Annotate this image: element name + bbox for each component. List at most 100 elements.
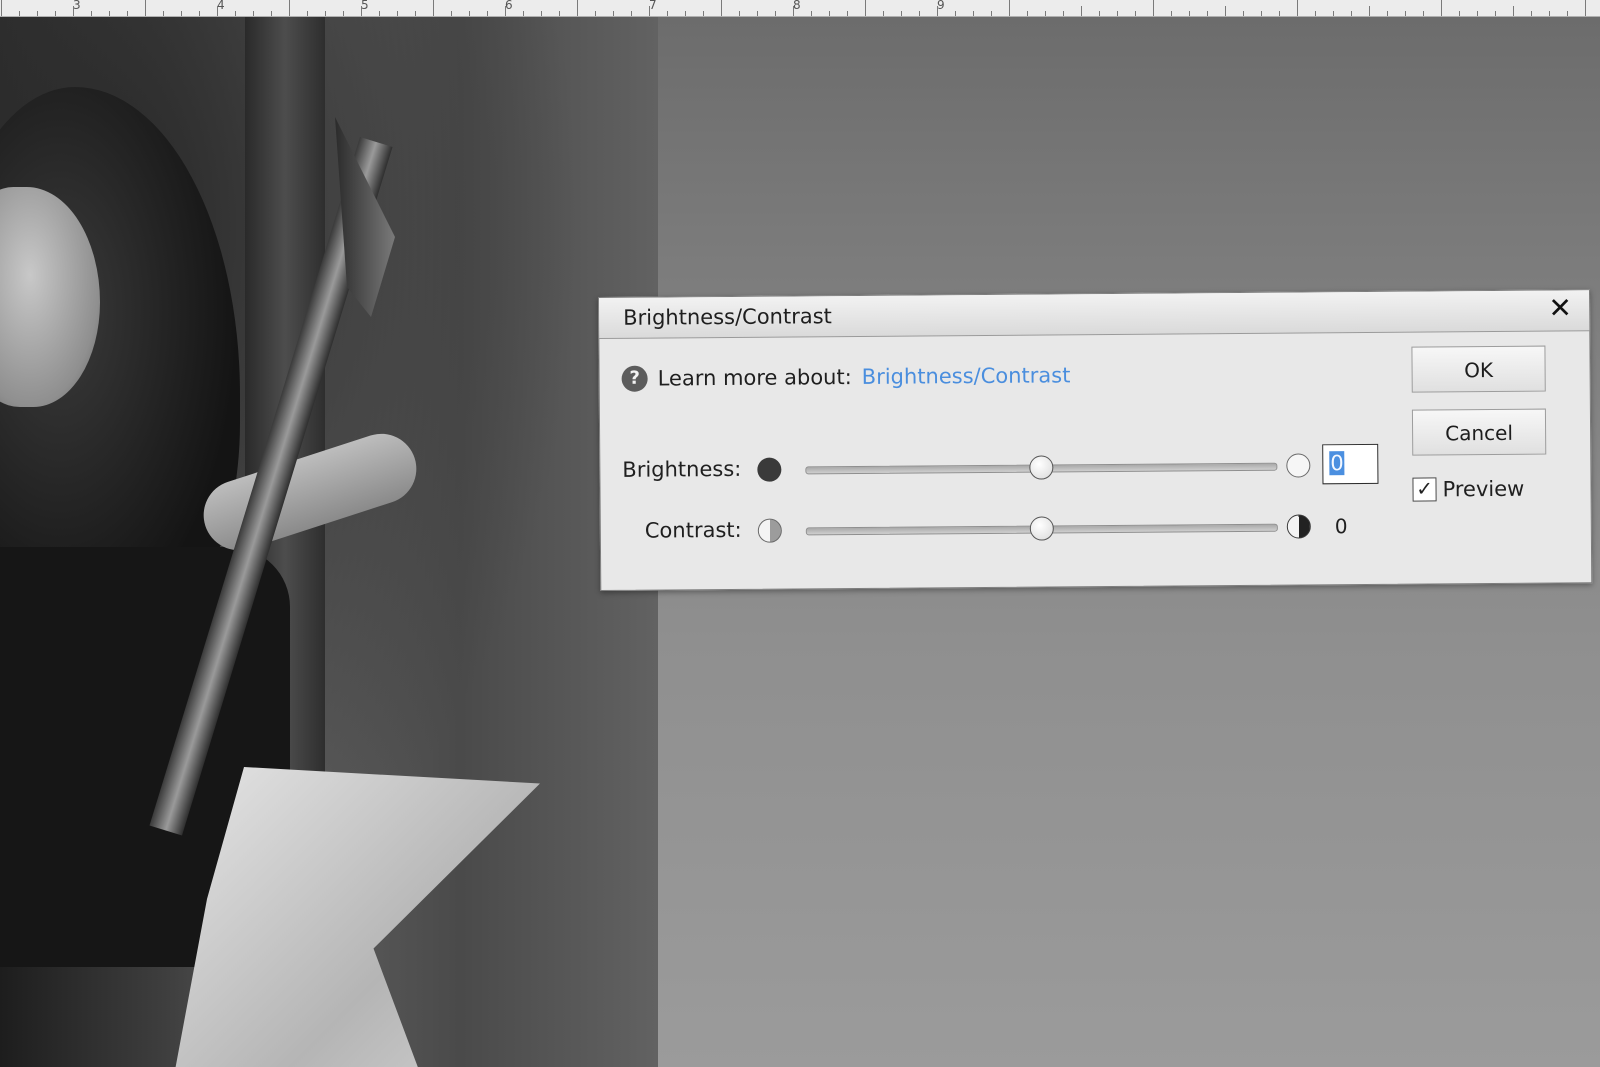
ruler-tick <box>325 11 326 16</box>
canvas-image[interactable] <box>0 17 658 1067</box>
ruler-tick <box>631 11 632 16</box>
ruler-tick <box>415 11 416 16</box>
ruler-tick <box>1135 11 1136 16</box>
ruler-tick <box>595 11 596 16</box>
dialog-titlebar[interactable]: Brightness/Contrast ✕ <box>599 290 1590 339</box>
ruler-tick <box>1279 11 1280 16</box>
brightness-value-input[interactable]: 0 <box>1322 443 1379 485</box>
ruler-tick <box>199 11 200 16</box>
ruler-tick <box>1585 0 1586 16</box>
ruler-tick <box>541 11 542 16</box>
ruler-tick <box>127 11 128 16</box>
ruler-tick <box>1027 11 1028 16</box>
ruler-tick <box>523 11 524 16</box>
ruler-tick <box>253 11 254 16</box>
contrast-value: 0 <box>1334 514 1348 539</box>
ruler-tick <box>901 11 902 16</box>
ruler-tick <box>883 11 884 16</box>
ruler-tick <box>1207 11 1208 16</box>
ruler-tick <box>955 11 956 16</box>
ruler-tick <box>1531 11 1532 16</box>
ruler-tick <box>1189 11 1190 16</box>
ruler-tick <box>919 11 920 16</box>
ruler-tick <box>397 11 398 16</box>
ruler-tick <box>721 0 722 16</box>
ruler-tick <box>379 11 380 16</box>
close-icon[interactable]: ✕ <box>1545 291 1575 324</box>
ruler-tick <box>271 11 272 16</box>
ruler-tick <box>1315 11 1316 16</box>
ruler-tick <box>811 11 812 16</box>
preview-checkbox[interactable]: ✓ <box>1412 476 1437 502</box>
ruler-tick <box>1045 11 1046 16</box>
ruler-tick <box>109 11 110 16</box>
ruler-tick <box>865 0 866 16</box>
ruler-number: 6 <box>505 0 513 12</box>
ruler-tick <box>235 11 236 16</box>
contrast-slider-track[interactable] <box>805 516 1278 541</box>
ruler-tick <box>1405 11 1406 16</box>
ruler-tick <box>973 11 974 16</box>
preview-label: Preview <box>1442 476 1525 502</box>
dark-circle-icon <box>757 457 782 482</box>
ruler-tick <box>1351 11 1352 16</box>
ruler-tick <box>829 11 830 16</box>
brightness-label: Brightness: <box>622 456 742 482</box>
ruler-tick <box>1441 0 1442 16</box>
ruler-tick <box>739 11 740 16</box>
brightness-value: 0 <box>1329 451 1345 476</box>
brightness-slider-track[interactable] <box>805 455 1278 480</box>
ruler-tick <box>1081 6 1082 16</box>
ruler-tick <box>1513 6 1514 16</box>
high-contrast-icon <box>1286 514 1311 539</box>
brightness-contrast-dialog: Brightness/Contrast ✕ ? Learn more about… <box>598 289 1593 591</box>
ruler-tick <box>1297 0 1298 16</box>
ruler-tick <box>1225 6 1226 16</box>
contrast-label: Contrast: <box>644 517 742 543</box>
ruler-tick <box>1 0 2 16</box>
contrast-slider-thumb[interactable] <box>1029 516 1054 541</box>
editor-workspace: 3 4 5 6 7 8 9 Brightness/Contrast ✕ ? Le… <box>0 0 1600 1067</box>
ruler-tick <box>649 6 650 16</box>
ruler-tick <box>1477 11 1478 16</box>
ruler-number: 8 <box>793 0 801 12</box>
ruler-tick <box>1063 11 1064 16</box>
ruler-tick <box>703 11 704 16</box>
brightness-slider-thumb[interactable] <box>1029 455 1054 480</box>
ruler-tick <box>181 11 182 16</box>
ruler-tick <box>145 0 146 16</box>
dialog-title: Brightness/Contrast <box>623 304 832 330</box>
preview-toggle[interactable]: ✓ Preview <box>1412 476 1525 502</box>
ruler-tick <box>451 11 452 16</box>
ruler-tick <box>1261 11 1262 16</box>
cancel-button[interactable]: Cancel <box>1411 408 1547 456</box>
learn-more-row: ? Learn more about: Brightness/Contrast <box>621 360 1071 394</box>
ruler-tick <box>1171 11 1172 16</box>
ok-button[interactable]: OK <box>1411 345 1546 393</box>
ruler-tick <box>937 6 938 16</box>
ruler-tick <box>1117 11 1118 16</box>
help-icon[interactable]: ? <box>621 365 648 392</box>
ruler-tick <box>1369 6 1370 16</box>
ruler-tick <box>667 11 668 16</box>
ruler-tick <box>343 11 344 16</box>
ruler-tick <box>613 11 614 16</box>
ruler-tick <box>577 0 578 16</box>
ruler-tick <box>1009 0 1010 16</box>
light-circle-icon <box>1286 453 1311 478</box>
ruler-tick <box>505 6 506 16</box>
ruler-tick <box>217 6 218 16</box>
ruler-tick <box>1333 11 1334 16</box>
ruler-tick <box>793 6 794 16</box>
learn-more-label: Learn more about: <box>657 365 852 391</box>
ruler-tick <box>73 6 74 16</box>
ruler-tick <box>469 11 470 16</box>
learn-more-link[interactable]: Brightness/Contrast <box>862 363 1071 389</box>
ruler-number: 3 <box>73 0 81 12</box>
ruler-tick <box>991 11 992 16</box>
ruler-tick <box>91 11 92 16</box>
ruler-tick <box>19 11 20 16</box>
ruler-tick <box>1243 11 1244 16</box>
ruler-tick <box>1423 11 1424 16</box>
horizontal-ruler[interactable]: 3 4 5 6 7 8 9 <box>0 0 1600 17</box>
